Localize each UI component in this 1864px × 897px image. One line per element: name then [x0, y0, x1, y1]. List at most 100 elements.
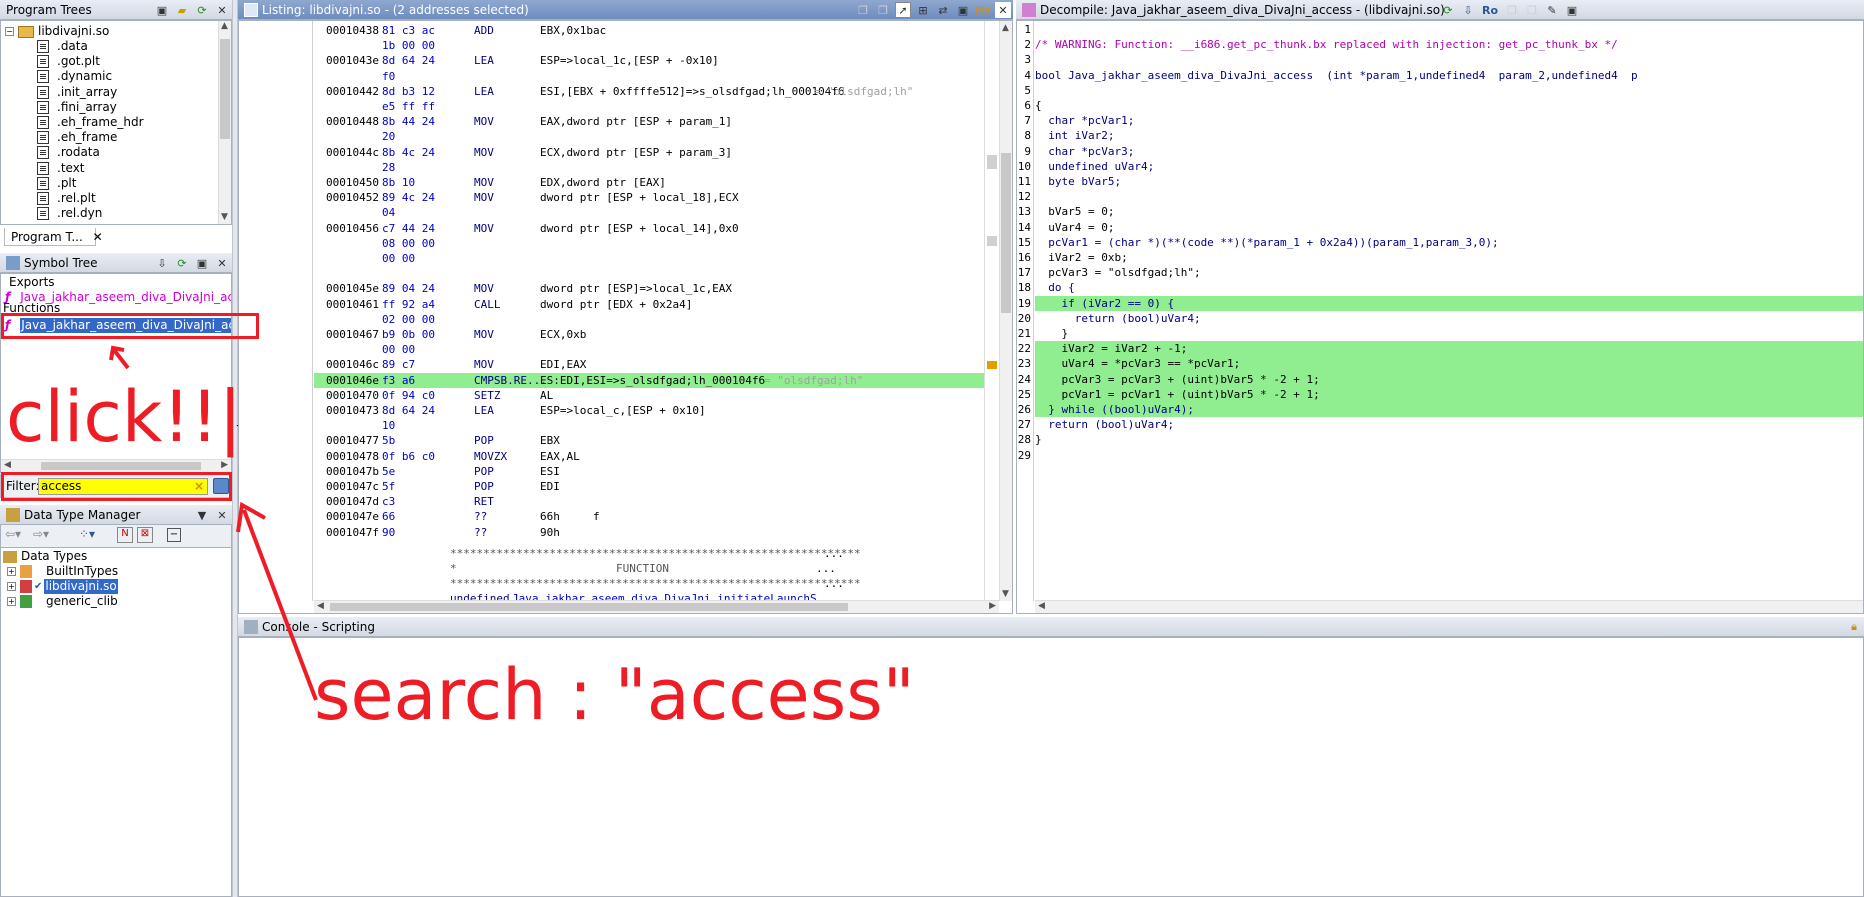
decompile-line[interactable]: 8 int iVar2; [1017, 128, 1863, 143]
listing-row[interactable]: 00010478 0f b6 c0 MOVZX EAX,AL [314, 449, 984, 464]
exports-node[interactable]: Exports [9, 275, 55, 290]
close-icon[interactable]: ✕ [995, 2, 1011, 18]
decompile-line[interactable]: 19 if (iVar2 == 0) { [1017, 295, 1863, 311]
listing-row[interactable]: 00010461 ff 92 a4 CALL dword ptr [EDX + 0x2… [314, 297, 984, 312]
diff-icon[interactable]: ⇄ [935, 2, 951, 18]
close-icon[interactable]: ✕ [214, 255, 230, 271]
listing-row[interactable]: 04 [314, 205, 984, 220]
listing-row[interactable]: 00010442 8d b3 12 LEA ESI,[EBX + 0xffffe512… [314, 84, 984, 99]
decompile-line[interactable]: 29 [1017, 448, 1863, 463]
open-folder-icon[interactable]: ▰ [174, 2, 190, 18]
listing-row[interactable]: 00010452 89 4c 24 MOV dword ptr [ESP + loca… [314, 190, 984, 205]
read-only-toggle[interactable]: Ro [1480, 2, 1500, 18]
decompile-line[interactable]: 3 [1017, 52, 1863, 67]
listing-row[interactable]: 20 [314, 129, 984, 144]
decompile-hscrollbar[interactable]: ◀ [1035, 600, 1863, 613]
tab-close-icon[interactable]: ✕ [93, 230, 103, 244]
new-tree-icon[interactable]: ▣ [154, 2, 170, 18]
decompile-line[interactable]: 14 uVar4 = 0; [1017, 220, 1863, 235]
collapse-all-icon[interactable]: − [167, 528, 181, 542]
tree-item[interactable]: .eh_frame [37, 130, 117, 145]
decompile-line[interactable]: 2 /* WARNING: Function: __i686.get_pc_thu… [1017, 37, 1863, 52]
listing-row[interactable]: 00 00 [314, 342, 984, 357]
listing-row[interactable]: 08 00 00 [314, 236, 984, 251]
decompile-line[interactable]: 7 char *pcVar1; [1017, 113, 1863, 128]
decompile-line[interactable]: 24 pcVar3 = pcVar3 + (uint)bVar5 * -2 + … [1017, 371, 1863, 387]
close-icon[interactable]: ✕ [214, 2, 230, 18]
decompile-line[interactable]: 20 return (bool)uVar4; [1017, 311, 1863, 326]
decompile-line[interactable]: 6{ [1017, 98, 1863, 113]
tree-item[interactable]: .data [37, 39, 88, 54]
menu-dropdown-icon[interactable]: ▼ [194, 507, 210, 523]
tree-item[interactable]: .rodata [37, 145, 100, 160]
expand-icon[interactable]: + [7, 582, 16, 592]
decompile-line[interactable]: 26 } while ((bool)uVar4); [1017, 402, 1863, 418]
refresh-icon[interactable]: ⟳ [1440, 2, 1456, 18]
close-icon[interactable]: ✕ [214, 507, 230, 523]
refresh-icon[interactable]: ⟳ [194, 2, 210, 18]
decompile-line[interactable]: 25 pcVar1 = pcVar1 + (uint)bVar5 * -2 + … [1017, 386, 1863, 402]
decompile-line[interactable]: 15 pcVar1 = (char *)(**(code **)(*param_… [1017, 235, 1863, 250]
options-icon[interactable]: ▤▾ [975, 2, 991, 18]
snapshot-icon[interactable]: ▣ [1564, 2, 1580, 18]
listing-row[interactable]: 00 00 [314, 251, 984, 266]
import-icon[interactable]: ⇩ [154, 255, 170, 271]
paste-icon[interactable]: ❐ [1524, 2, 1540, 18]
dt-item-builtin[interactable]: + BuiltInTypes [7, 564, 118, 579]
decompile-line[interactable]: 9 char *pcVar3; [1017, 144, 1863, 159]
copy-icon[interactable]: ❐ [855, 2, 871, 18]
export-icon[interactable]: ⇩ [1460, 2, 1476, 18]
listing-row[interactable]: 00010477 5b POP EBX [314, 433, 984, 448]
decompile-line[interactable]: 22 iVar2 = iVar2 + -1; [1017, 341, 1863, 357]
listing-row[interactable]: 0001047b 5e POP ESI [314, 464, 984, 479]
listing-row[interactable]: 00010470 0f 94 c0 SETZ AL [314, 388, 984, 403]
listing-row[interactable]: 0001047f 90?? 90h [314, 525, 984, 540]
listing-row[interactable]: 0001047e 66?? 66h f [314, 509, 984, 524]
tree-item[interactable]: .dynamic [37, 69, 112, 84]
filter-arrays-icon[interactable]: ⊠ [137, 527, 153, 543]
listing-row[interactable]: 0001047c 5f POP EDI [314, 479, 984, 494]
listing-row[interactable]: e5 ff ff [314, 99, 984, 114]
tree-item[interactable]: .rel.plt [37, 191, 96, 206]
listing-row[interactable]: 02 00 00 [314, 312, 984, 327]
decompile-line[interactable]: 18 do { [1017, 280, 1863, 295]
edit-icon[interactable]: ✎ [1544, 2, 1560, 18]
copy-icon[interactable]: ❐ [1504, 2, 1520, 18]
listing-row[interactable]: 0001045e 89 04 24 MOV dword ptr [ESP]=>loca… [314, 281, 984, 296]
filter-types-icon[interactable]: N [117, 527, 133, 543]
listing-row[interactable]: 28 [314, 160, 984, 175]
decompile-line[interactable]: 27 return (bool)uVar4; [1017, 417, 1863, 432]
decompile-line[interactable]: 11 byte bVar5; [1017, 174, 1863, 189]
listing-row[interactable]: 00010473 8d 64 24 LEA ESP=>local_c,[ESP + 0… [314, 403, 984, 418]
listing-row[interactable]: 0001047d c3 RET [314, 494, 984, 509]
connect-icon[interactable]: ⁘▾ [79, 527, 95, 541]
listing-row[interactable]: 00010467 b9 0b 00 MOV ECX,0xb [314, 327, 984, 342]
tree-item[interactable]: .plt [37, 176, 76, 191]
snapshot-icon[interactable]: ▣ [194, 255, 210, 271]
listing-row[interactable]: 0001046e f3 a6 CMPSB.RE... ES:EDI,ESI=>s_ol… [314, 372, 984, 388]
tree-item[interactable]: .eh_frame_hdr [37, 115, 144, 130]
listing-row[interactable]: 00010456 c7 44 24 MOV dword ptr [ESP + loca… [314, 221, 984, 236]
program-trees-tab[interactable]: Program T... ✕ [4, 228, 103, 246]
program-trees-scrollbar[interactable]: ▲ ▼ [218, 21, 231, 224]
snapshot-icon[interactable]: ▣ [955, 2, 971, 18]
dt-item-generic-clib[interactable]: + generic_clib [7, 594, 118, 609]
listing-row[interactable] [314, 266, 984, 281]
listing-overview-bar[interactable] [984, 21, 999, 601]
dt-item-program[interactable]: + ✔ libdivajni.so [7, 579, 118, 595]
tree-item[interactable]: .rel.dyn [37, 206, 102, 221]
field-icon[interactable]: ⊞ [915, 2, 931, 18]
collapse-icon[interactable]: − [5, 27, 14, 37]
decompile-line[interactable]: 5 [1017, 83, 1863, 98]
listing-row[interactable]: 00010450 8b 10 MOV EDX,dword ptr [EAX] [314, 175, 984, 190]
decompile-line[interactable]: 12 [1017, 189, 1863, 204]
listing-hscrollbar[interactable]: ◀ ▶ [314, 600, 999, 613]
decompile-line[interactable]: 28} [1017, 432, 1863, 447]
forward-arrow-icon[interactable]: ⇨▾ [33, 527, 49, 541]
listing-row[interactable]: 0001043e 8d 64 24 LEA ESP=>local_1c,[ESP + … [314, 53, 984, 68]
listing-row[interactable]: 10 [314, 418, 984, 433]
tree-item[interactable]: .text [37, 161, 85, 176]
cursor-icon[interactable]: ➚ [895, 2, 911, 18]
tree-item[interactable]: .got.plt [37, 54, 100, 69]
tree-item[interactable]: .fini_array [37, 100, 117, 115]
